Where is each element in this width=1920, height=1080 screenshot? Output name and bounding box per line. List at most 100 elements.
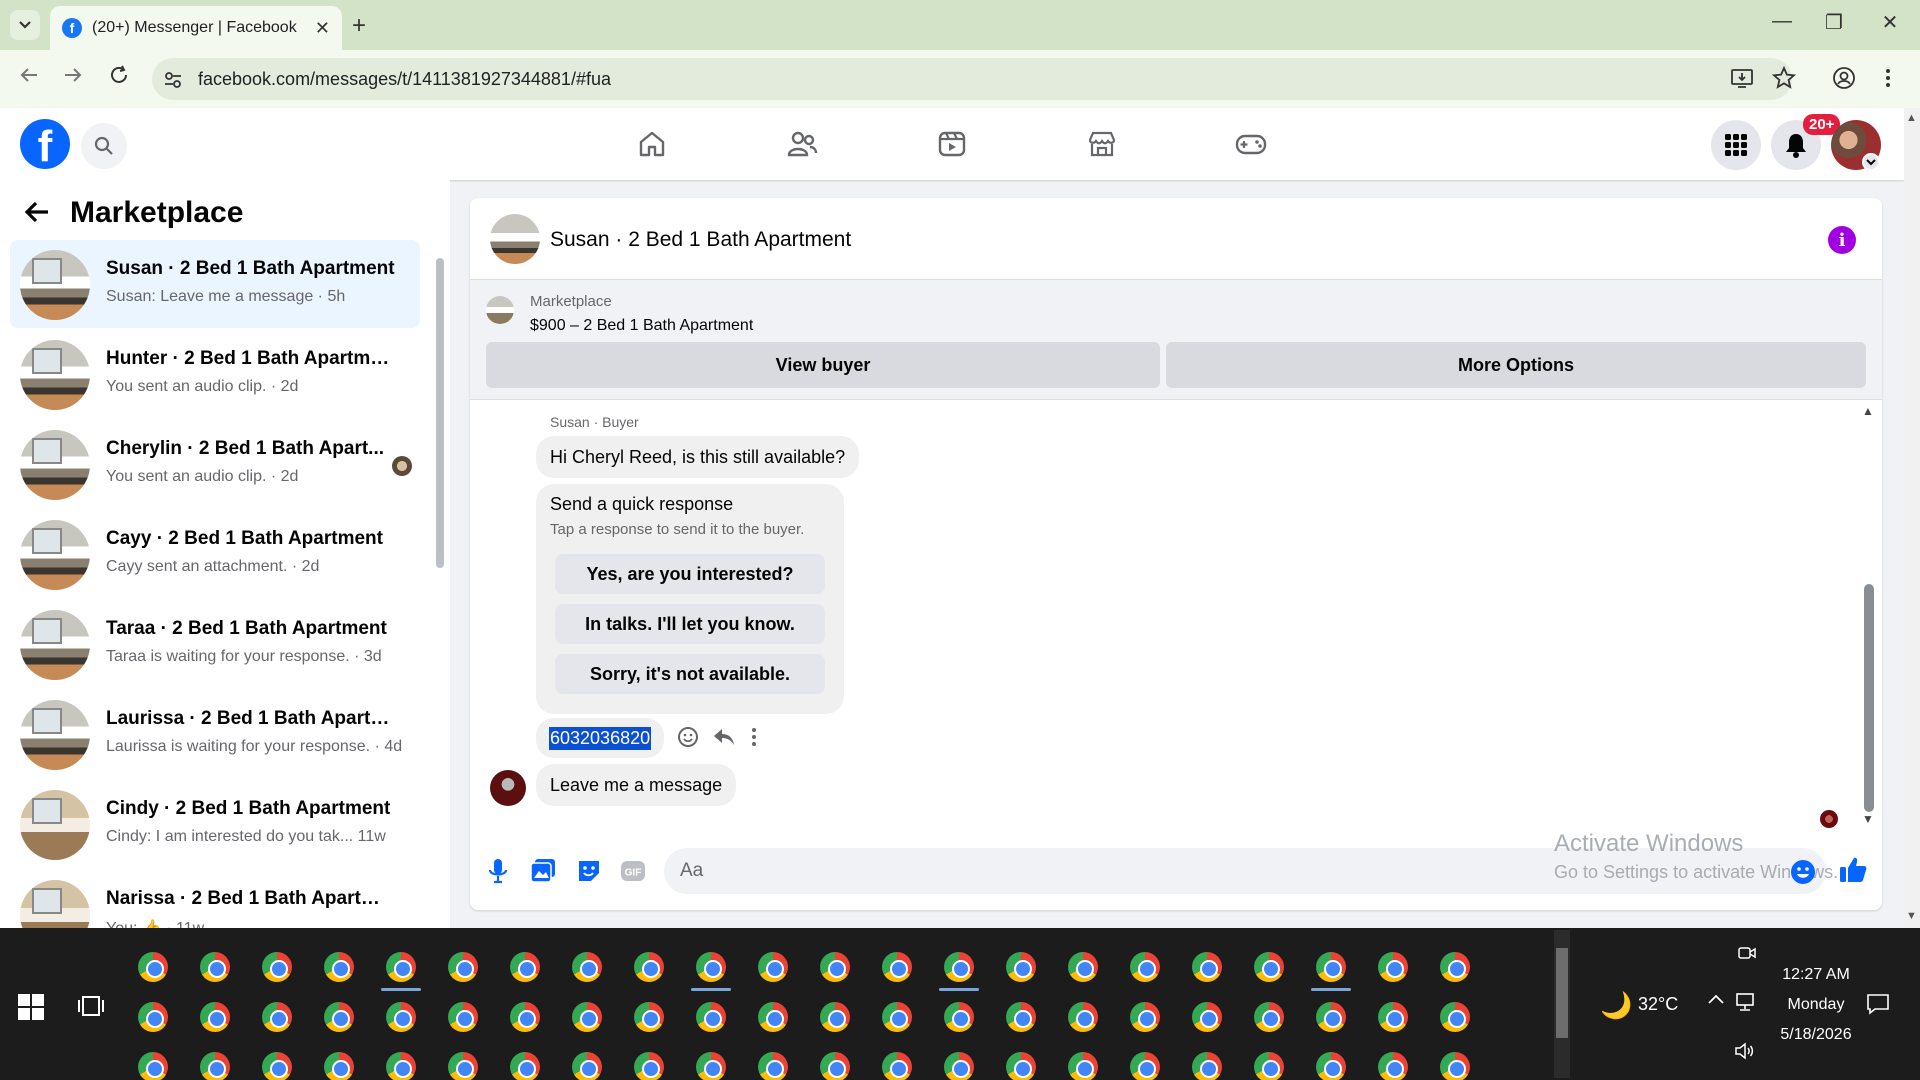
taskbar-app-icon[interactable] (634, 952, 664, 982)
taskbar-app-icon[interactable] (634, 1002, 664, 1032)
react-emoji-icon[interactable] (677, 726, 699, 748)
taskbar-app-icon[interactable] (944, 1052, 974, 1080)
moon-icon[interactable]: 🌙 (1600, 990, 1632, 1021)
facebook-search-button[interactable] (81, 123, 127, 169)
taskbar-app-icon[interactable] (200, 952, 230, 982)
microphone-icon[interactable] (488, 858, 508, 884)
taskbar-app-icon[interactable] (820, 952, 850, 982)
taskbar-app-icon[interactable] (448, 1052, 478, 1080)
new-tab-button[interactable]: + (352, 12, 366, 40)
photo-icon[interactable] (530, 858, 556, 884)
thumbs-up-icon[interactable] (1838, 855, 1868, 885)
conversation-item[interactable]: Cayy · 2 Bed 1 Bath Apartment Cayy sent … (10, 510, 420, 598)
taskbar-app-icon[interactable] (1068, 952, 1098, 982)
window-close-button[interactable]: ✕ (1870, 10, 1910, 35)
taskbar-app-icon[interactable] (448, 952, 478, 982)
taskbar-app-icon[interactable] (510, 952, 540, 982)
taskbar-app-icon[interactable] (324, 952, 354, 982)
taskbar-app-icon[interactable] (138, 1002, 168, 1032)
tab-search-button[interactable] (10, 10, 40, 40)
message-bubble[interactable]: Leave me a message (536, 764, 737, 806)
taskbar-app-icon[interactable] (696, 1002, 726, 1032)
taskbar-app-icon[interactable] (696, 1052, 726, 1080)
taskbar-app-icon[interactable] (572, 1002, 602, 1032)
taskbar-app-icon[interactable] (262, 1002, 292, 1032)
message-bubble[interactable]: Hi Cheryl Reed, is this still available? (536, 436, 860, 478)
taskbar-app-icon[interactable] (944, 1002, 974, 1032)
taskbar-app-icon[interactable] (1316, 1002, 1346, 1032)
taskbar-app-icon[interactable] (758, 1052, 788, 1080)
weather-temperature[interactable]: 32°C (1638, 994, 1678, 1015)
gif-icon[interactable]: GIF (620, 858, 646, 884)
taskbar-app-icon[interactable] (696, 952, 726, 982)
account-chevron-icon[interactable] (1862, 153, 1880, 171)
chat-title[interactable]: Susan · 2 Bed 1 Bath Apartment (550, 228, 851, 252)
conversation-item[interactable]: Susan · 2 Bed 1 Bath Apartment Susan: Le… (10, 240, 420, 328)
taskbar-app-icon[interactable] (200, 1002, 230, 1032)
chrome-profile-icon[interactable] (1832, 66, 1856, 90)
chrome-menu-icon[interactable] (1884, 66, 1892, 90)
quick-response-button[interactable]: In talks. I'll let you know. (555, 604, 825, 644)
emoji-icon[interactable] (1790, 859, 1816, 885)
taskbar-app-icon[interactable] (1316, 1052, 1346, 1080)
taskbar-app-icon[interactable] (448, 1002, 478, 1032)
taskbar-app-icon[interactable] (1316, 952, 1346, 982)
taskbar-app-icon[interactable] (1068, 1052, 1098, 1080)
taskbar-app-icon[interactable] (200, 1052, 230, 1080)
chat-scrollbar[interactable] (1864, 584, 1874, 812)
clock-day[interactable]: Monday (1776, 996, 1856, 1014)
conversation-item[interactable]: Cindy · 2 Bed 1 Bath Apartment Cindy: I … (10, 780, 420, 868)
menu-apps-button[interactable] (1711, 120, 1761, 170)
listing-price-title[interactable]: $900 – 2 Bed 1 Bath Apartment (530, 317, 753, 335)
taskbar-app-icon[interactable] (386, 1002, 416, 1032)
chat-avatar[interactable] (490, 214, 540, 264)
quick-response-button[interactable]: Sorry, it's not available. (555, 654, 825, 694)
tab-close-icon[interactable]: ✕ (315, 18, 330, 39)
taskbar-app-icon[interactable] (944, 952, 974, 982)
reply-icon[interactable] (712, 726, 736, 748)
taskbar-app-icon[interactable] (1068, 1002, 1098, 1032)
marketplace-icon[interactable] (1086, 128, 1118, 160)
taskbar-app-icon[interactable] (1006, 1052, 1036, 1080)
clock-time[interactable]: 12:27 AM (1776, 966, 1856, 984)
taskbar-app-icon[interactable] (1254, 1052, 1284, 1080)
taskbar-app-icon[interactable] (572, 1052, 602, 1080)
windows-start-icon[interactable] (18, 994, 44, 1020)
window-restore-button[interactable]: ❐ (1814, 10, 1854, 35)
volume-icon[interactable] (1734, 1042, 1754, 1060)
video-icon[interactable] (936, 128, 968, 160)
taskbar-app-icon[interactable] (1130, 1052, 1160, 1080)
task-view-icon[interactable] (78, 992, 104, 1020)
taskbar-scroll-thumb[interactable] (1556, 948, 1568, 1038)
info-icon[interactable]: i (1828, 226, 1856, 254)
chat-scroll-down-icon[interactable]: ▼ (1862, 812, 1874, 826)
view-buyer-button[interactable]: View buyer (486, 342, 1160, 388)
sticker-icon[interactable] (576, 858, 602, 884)
taskbar-app-icon[interactable] (758, 952, 788, 982)
taskbar-app-icon[interactable] (138, 1052, 168, 1080)
taskbar-app-icon[interactable] (1130, 952, 1160, 982)
clock-date[interactable]: 5/18/2026 (1776, 1026, 1856, 1044)
taskbar-app-icon[interactable] (820, 1052, 850, 1080)
taskbar-app-icon[interactable] (1006, 952, 1036, 982)
taskbar-app-icon[interactable] (1192, 952, 1222, 982)
taskbar-app-icon[interactable] (1440, 952, 1470, 982)
taskbar-app-icon[interactable] (386, 952, 416, 982)
taskbar-app-icon[interactable] (634, 1052, 664, 1080)
taskbar-app-icon[interactable] (1378, 1002, 1408, 1032)
taskbar-app-icon[interactable] (324, 1002, 354, 1032)
install-app-icon[interactable] (1730, 66, 1754, 90)
facebook-logo[interactable]: f (20, 119, 70, 169)
bookmark-star-icon[interactable] (1772, 66, 1796, 90)
site-settings-icon[interactable] (163, 70, 183, 90)
message-bubble[interactable]: 6032036820 (536, 718, 665, 758)
taskbar-app-icon[interactable] (882, 1002, 912, 1032)
taskbar-app-icon[interactable] (820, 1002, 850, 1032)
taskbar-app-icon[interactable] (386, 1052, 416, 1080)
tray-chevron-up-icon[interactable] (1708, 994, 1724, 1004)
taskbar-app-icon[interactable] (1130, 1002, 1160, 1032)
sender-avatar[interactable] (490, 770, 526, 806)
back-button[interactable] (24, 200, 50, 224)
friends-icon[interactable] (786, 128, 818, 160)
reload-icon[interactable] (108, 64, 130, 86)
